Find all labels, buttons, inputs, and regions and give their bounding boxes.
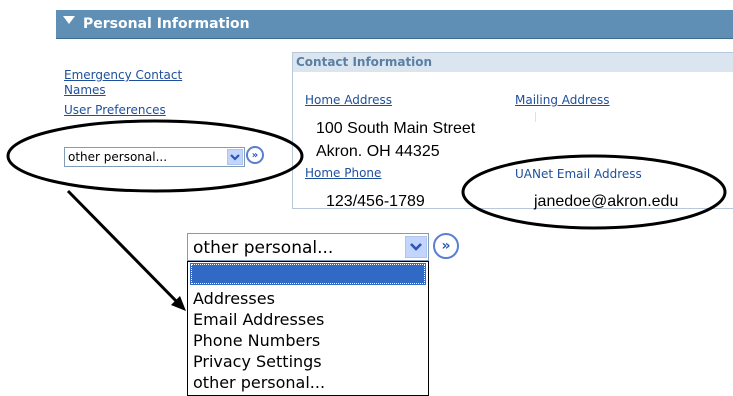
highlight-ellipse-email (461, 154, 727, 230)
annotation-overlay (6, 119, 727, 311)
arrow-line (66, 189, 183, 308)
highlight-ellipse-select (6, 119, 304, 193)
